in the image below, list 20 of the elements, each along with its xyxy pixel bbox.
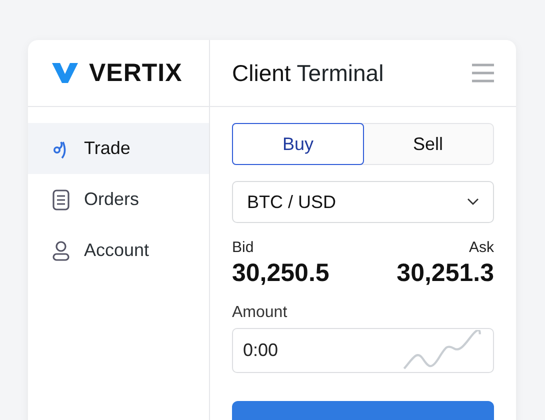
sidebar-label: Orders (84, 189, 140, 210)
quote-price: 30,250.5 (232, 259, 330, 288)
sidebar-label: Trade (84, 138, 130, 159)
quote-label: Bid (232, 239, 254, 256)
list-icon (52, 188, 70, 210)
sidebar-item[interactable]: Trade (28, 123, 209, 174)
pair-select[interactable]: BTC / USD (232, 181, 494, 223)
chevron-down-icon (467, 198, 479, 206)
side-tab[interactable]: Sell (363, 124, 493, 164)
user-icon (52, 240, 70, 262)
brand-name: VERTIX (89, 58, 182, 88)
amount-field[interactable]: 0:00 (232, 328, 494, 373)
amount-label: Amount (232, 304, 288, 322)
quote-label: Ask (468, 239, 494, 256)
menu-icon[interactable] (472, 63, 494, 83)
sidebar-label: Account (84, 240, 150, 261)
logo-icon (51, 62, 79, 84)
quote-price: 30,251.3 (396, 259, 494, 288)
page-title: Client Terminal (232, 60, 384, 86)
side-tab[interactable]: Buy (232, 123, 364, 165)
